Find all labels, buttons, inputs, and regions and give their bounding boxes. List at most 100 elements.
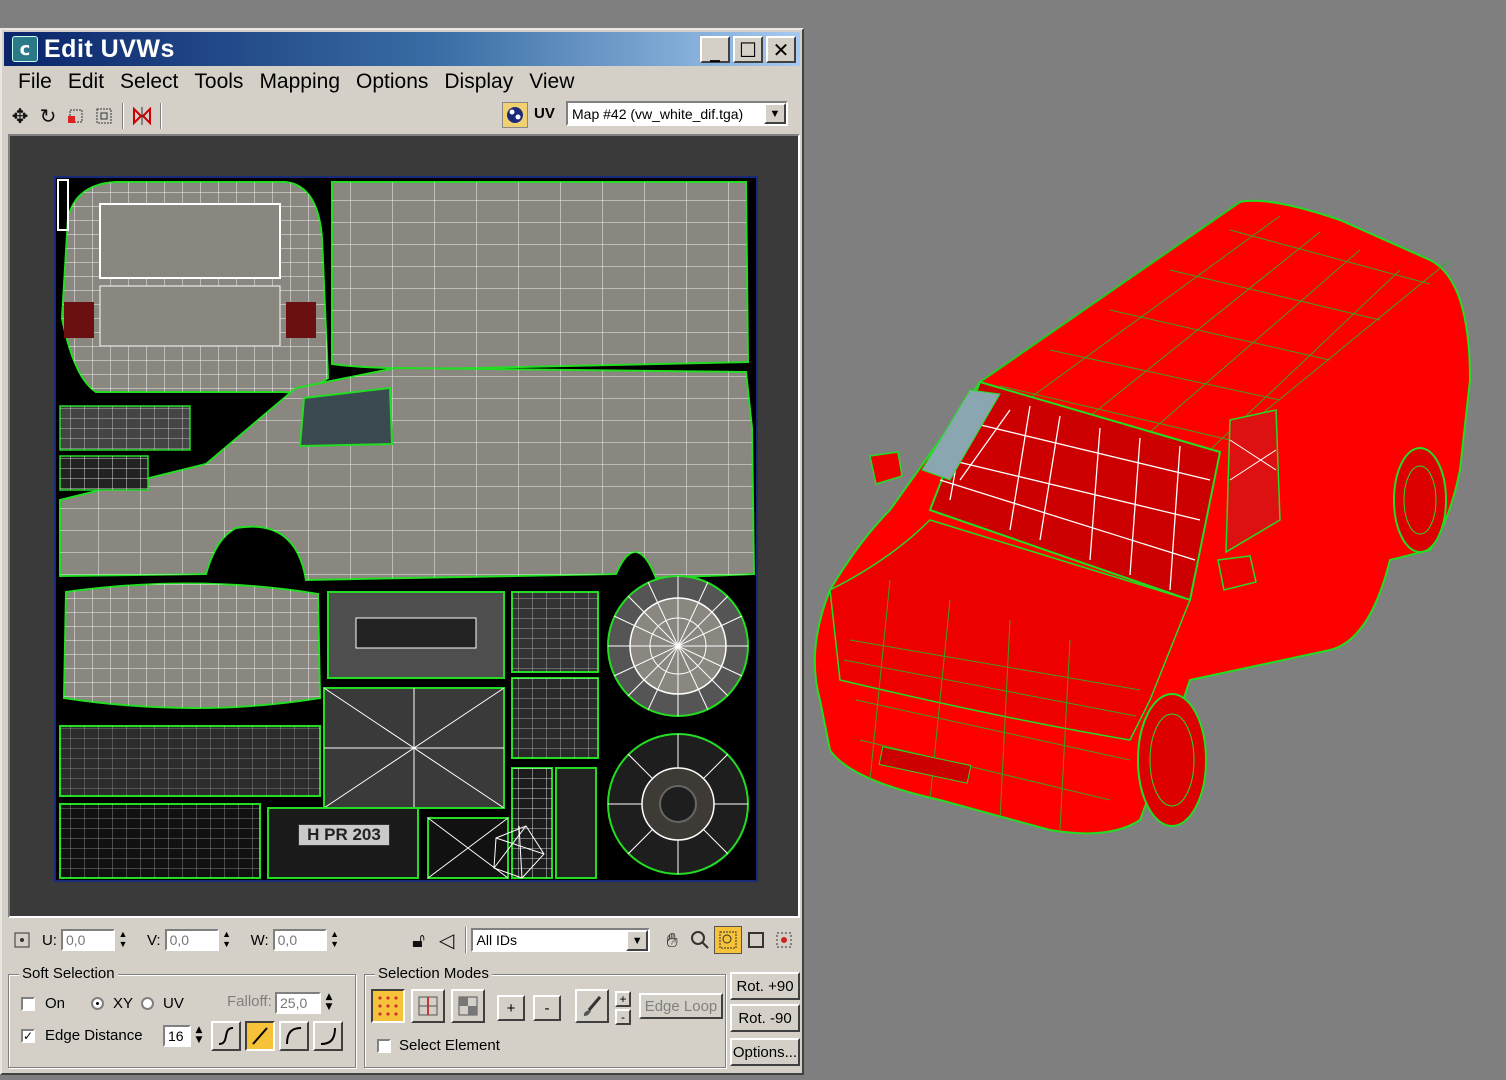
edge-distance-checkbox[interactable]: ✓ [21,1029,35,1043]
van-mirror-left [869,451,903,485]
w-field[interactable]: 0,0 [272,929,327,951]
spinner-arrows-icon[interactable]: ▲ ▼ [329,929,341,951]
ids-select-value: All IDs [476,932,517,948]
zoom-icon[interactable] [686,926,714,954]
edge-distance-field[interactable]: 16 [163,1025,191,1047]
w-label: W: [250,931,269,949]
uv-radio-label: UV [163,995,184,1012]
vertex-mode-icon [378,996,398,1016]
smooth-curve-icon [218,1027,234,1045]
menu-view[interactable]: View [529,70,574,94]
lock-icon[interactable]: 🔓︎ [405,926,433,954]
options-button[interactable]: Options... [730,1038,800,1066]
uv-radio[interactable] [141,997,154,1010]
menu-options[interactable]: Options [356,70,428,94]
falloff-curve-slow-button[interactable] [279,1021,309,1051]
edge-loop-button[interactable]: Edge Loop [639,993,723,1019]
pan-icon[interactable]: ✋︎ [658,926,686,954]
falloff-field[interactable]: 25,0 [275,992,321,1014]
v-spinner[interactable]: 0,0 ▲ ▼ [164,929,233,951]
uv-editor-viewport[interactable]: H PR 203 [8,134,800,918]
maximize-button[interactable]: ☐ [733,36,763,63]
slow-curve-icon [286,1027,302,1045]
xy-radio[interactable] [91,997,104,1010]
toolbar: ✥ ↻ UV Map #42 (vw_white_dif.tga) ▼ [6,98,798,134]
ids-select[interactable]: All IDs ▼ [470,928,651,952]
rotate-icon[interactable]: ↻ [34,102,62,130]
map-select[interactable]: Map #42 (vw_white_dif.tga) ▼ [566,101,788,126]
falloff-curve-fast-button[interactable] [313,1021,343,1051]
close-button[interactable]: ✕ [766,36,796,63]
soft-selection-on-checkbox[interactable] [21,997,35,1011]
selection-modes-panel: Selection Modes + - + - Edge Loop Select… [364,965,726,1068]
menu-tools[interactable]: Tools [194,70,243,94]
edge-mode-icon [418,996,438,1016]
chevron-down-icon[interactable]: ▼ [626,930,649,951]
falloff-curve-smooth-button[interactable] [211,1021,241,1051]
uv-label[interactable]: UV [534,105,555,122]
paint-brush-icon [583,996,602,1016]
edge-mode-button[interactable] [411,989,445,1023]
falloff-label: Falloff: [227,993,272,1010]
face-mode-icon [458,996,478,1016]
select-element-label: Select Element [399,1037,500,1054]
chevron-down-icon[interactable]: ▼ [764,103,786,124]
uv-texture-area[interactable]: H PR 203 [54,176,758,882]
rotate-minus-90-button[interactable]: Rot. -90 [730,1004,800,1032]
u-field[interactable]: 0,0 [60,929,115,951]
rotate-plus-90-button[interactable]: Rot. +90 [730,972,800,1000]
linear-curve-icon [252,1027,268,1045]
mirror-icon[interactable] [128,102,156,130]
v-field[interactable]: 0,0 [164,929,219,951]
falloff-spinner[interactable]: 25,0 ▲ ▼ [275,992,335,1014]
spinner-arrows-icon[interactable]: ▲ ▼ [323,992,335,1014]
menu-mapping[interactable]: Mapping [259,70,340,94]
toolbar-separator [160,103,162,129]
transform-status-row: U: 0,0 ▲ ▼ V: 0,0 ▲ ▼ W: 0,0 ▲ ▼ 🔓︎ ◁ All I… [8,920,798,960]
paint-size-down-button[interactable]: - [615,1009,631,1025]
map-select-value: Map #42 (vw_white_dif.tga) [572,106,744,122]
paint-select-button[interactable] [575,989,609,1023]
absolute-offset-icon[interactable] [8,926,36,954]
scale-icon[interactable] [62,102,90,130]
window-title: Edit UVWs [44,34,175,63]
paint-size-up-button[interactable]: + [615,991,631,1007]
spinner-arrows-icon[interactable]: ▲ ▼ [221,929,233,951]
w-spinner[interactable]: 0,0 ▲ ▼ [272,929,341,951]
spinner-arrows-icon[interactable]: ▲ ▼ [193,1025,205,1047]
falloff-curve-linear-button[interactable] [245,1021,275,1051]
toolbar-separator [464,927,467,953]
vertex-mode-button[interactable] [371,989,405,1023]
edge-distance-spinner[interactable]: 16 ▲ ▼ [163,1025,205,1047]
van-rear-wheel [1393,447,1447,553]
select-element-checkbox[interactable] [377,1039,391,1053]
menu-edit[interactable]: Edit [68,70,104,94]
checker-map-icon[interactable] [502,102,528,128]
on-label: On [45,995,66,1012]
title-bar[interactable]: c Edit UVWs _ ☐ ✕ [4,32,800,66]
minimize-button[interactable]: _ [700,36,730,63]
u-label: U: [41,931,57,949]
u-spinner[interactable]: 0,0 ▲ ▼ [60,929,129,951]
license-plate: H PR 203 [298,824,390,846]
menu-display[interactable]: Display [444,70,513,94]
v-label: V: [146,931,161,949]
snap-icon[interactable] [770,926,798,954]
face-mode-button[interactable] [451,989,485,1023]
grow-selection-button[interactable]: + [497,995,525,1021]
edit-uvws-window: c Edit UVWs _ ☐ ✕ File Edit Select Tools… [0,28,804,1075]
fast-curve-icon [320,1027,336,1045]
menu-file[interactable]: File [18,70,52,94]
freeform-icon[interactable] [90,102,118,130]
uv-mesh[interactable] [56,178,756,880]
menu-bar: File Edit Select Tools Mapping Options D… [10,66,582,98]
shrink-selection-button[interactable]: - [533,995,561,1021]
3d-viewport-van[interactable] [810,180,1490,860]
move-icon[interactable]: ✥ [6,102,34,130]
hide-icon[interactable]: ◁ [433,926,461,954]
spinner-arrows-icon[interactable]: ▲ ▼ [117,929,129,951]
menu-select[interactable]: Select [120,70,178,94]
zoom-region-icon[interactable] [714,926,743,954]
edge-distance-label: Edge Distance [45,1027,143,1044]
zoom-extents-icon[interactable] [742,926,770,954]
